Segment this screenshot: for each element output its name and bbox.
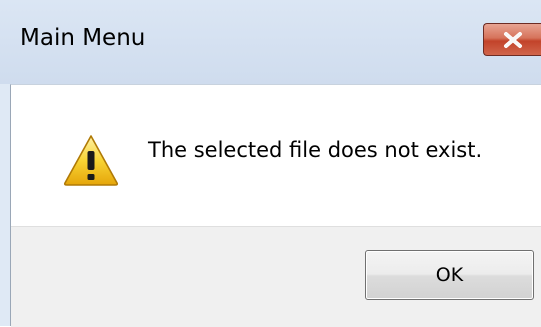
message-dialog: Main Menu The selected file does not exi… (0, 0, 541, 327)
warning-icon (63, 135, 119, 186)
message-area: The selected file does not exist. (11, 85, 541, 226)
dialog-body: The selected file does not exist. OK (10, 84, 541, 327)
title-bar[interactable]: Main Menu (0, 0, 541, 84)
close-button[interactable] (483, 23, 541, 56)
ok-button[interactable]: OK (365, 250, 534, 300)
close-icon (504, 32, 522, 48)
window-title: Main Menu (20, 25, 146, 51)
message-text: The selected file does not exist. (148, 138, 483, 162)
button-bar: OK (11, 226, 541, 327)
